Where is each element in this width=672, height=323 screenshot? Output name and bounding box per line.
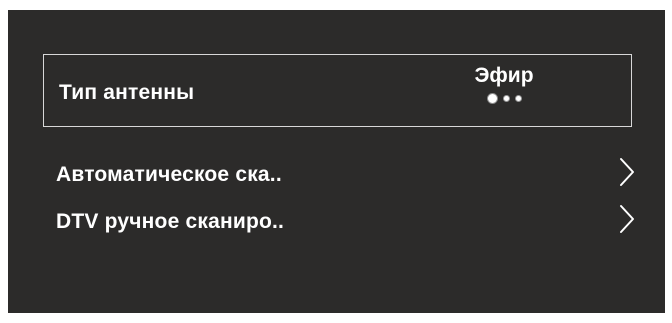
menu-item-label: Автоматическое ска.. [56, 163, 282, 186]
option-dot-icon [514, 94, 522, 102]
tv-settings-screen: Тип антенны Эфир Автоматическое ска.. DT… [8, 10, 665, 313]
option-dot-icon [502, 94, 510, 102]
antenna-type-label: Тип антенны [59, 81, 195, 104]
menu-item-label: DTV ручное сканиро.. [56, 210, 285, 233]
chevron-right-icon [620, 158, 634, 186]
menu-item-auto-scan[interactable]: Автоматическое ска.. [56, 156, 646, 196]
antenna-type-selector[interactable]: Тип антенны Эфир [43, 54, 632, 127]
option-indicator [454, 91, 554, 105]
antenna-type-value: Эфир [474, 64, 534, 87]
chevron-right-icon [620, 205, 634, 233]
option-dot-selected-icon [486, 92, 498, 104]
menu-item-dtv-manual-scan[interactable]: DTV ручное сканиро.. [56, 203, 646, 243]
antenna-type-value-group[interactable]: Эфир [454, 64, 554, 105]
